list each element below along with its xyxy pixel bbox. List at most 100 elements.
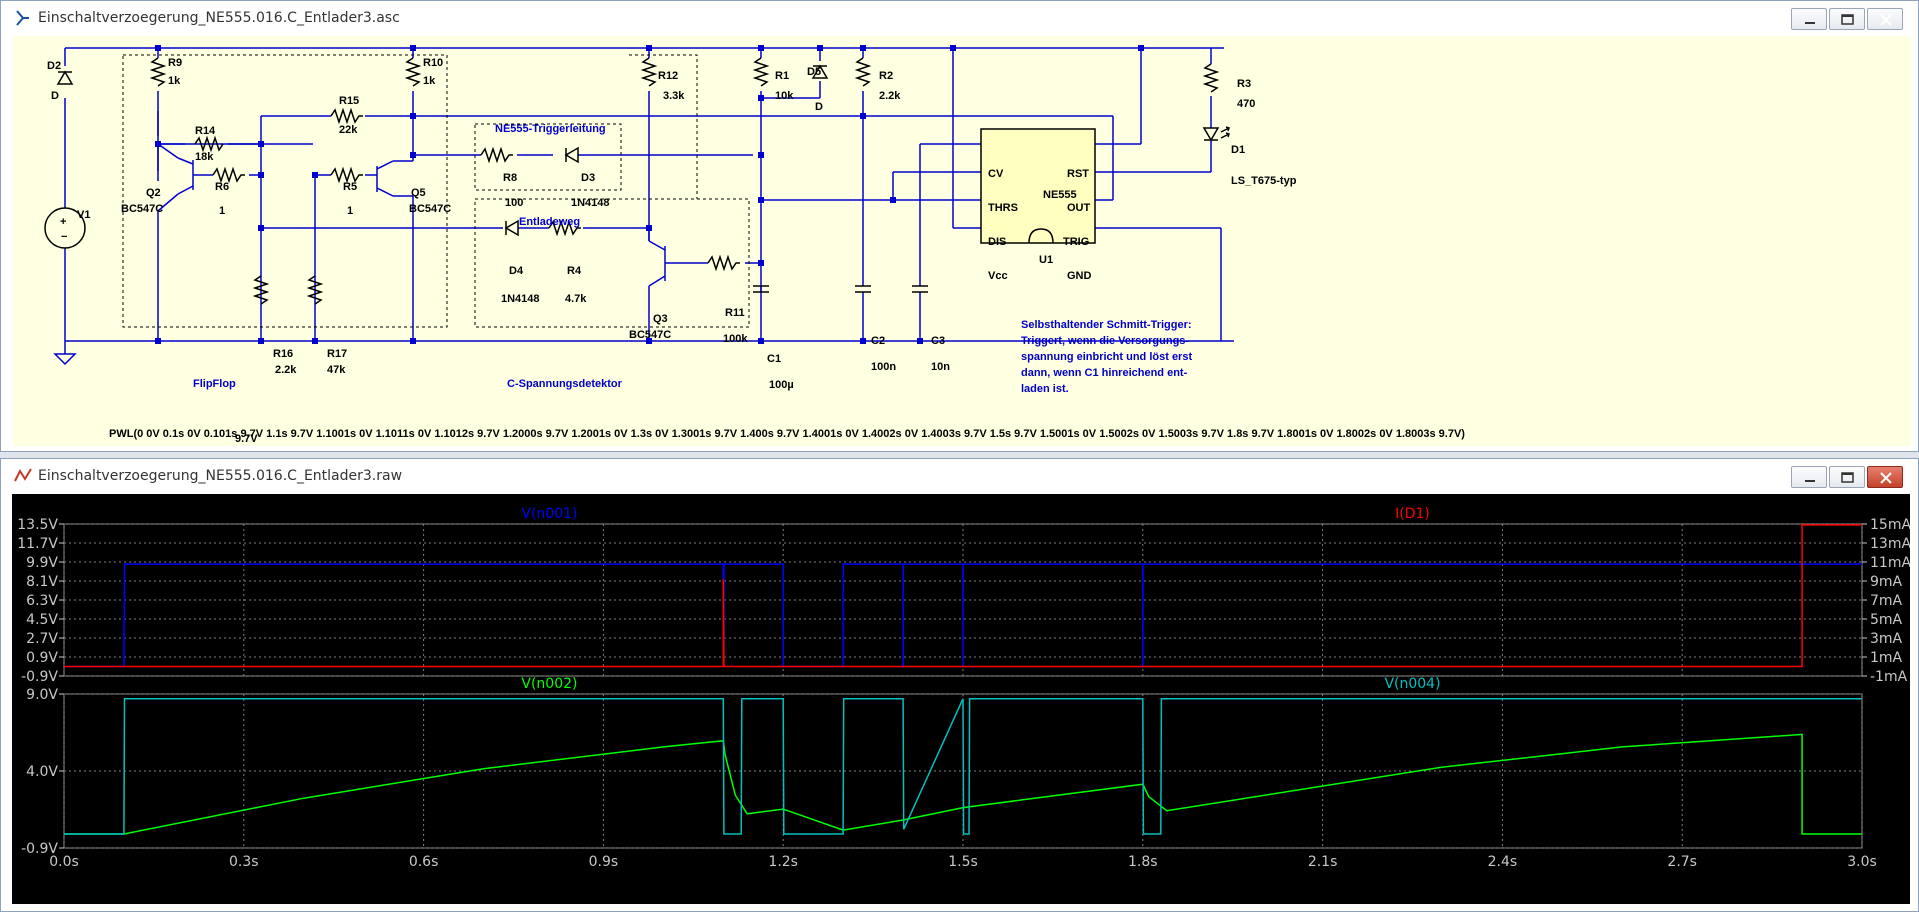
r3-value: 470 xyxy=(1237,98,1255,110)
q5-label: Q5 xyxy=(411,187,426,199)
q5-value: BC547C xyxy=(409,203,451,215)
r11-label: R11 xyxy=(725,307,745,319)
r1-value: 10k xyxy=(775,90,794,102)
c2-label: C2 xyxy=(871,335,885,347)
d2-label: D2 xyxy=(47,60,61,72)
y2-tick-label: 5mA xyxy=(1870,612,1903,628)
svg-text:−: − xyxy=(61,231,67,243)
note-line-1: Selbsthaltender Schmitt-Trigger: xyxy=(1021,319,1192,331)
pin-gnd: GND xyxy=(1067,270,1092,282)
note-line-2: Triggert, wenn die Versorgungs- xyxy=(1021,335,1189,347)
r12-label: R12 xyxy=(658,70,678,82)
flipflop-label: FlipFlop xyxy=(193,378,236,390)
ne555-trigger-label: NE555-Triggerleitung xyxy=(495,123,606,135)
r6-value: 1 xyxy=(219,205,225,217)
d5-value: D xyxy=(815,101,823,113)
wave-restore-button[interactable] xyxy=(1829,466,1865,488)
pin-out: OUT xyxy=(1067,202,1091,214)
r15-value: 22k xyxy=(339,124,358,136)
q2-label: Q2 xyxy=(146,187,161,199)
ne555-chip[interactable] xyxy=(980,128,1096,244)
d2-value: D xyxy=(51,90,59,102)
trace-V(n001) xyxy=(64,563,1862,668)
minimize-button[interactable] xyxy=(1791,8,1827,30)
r10-label: R10 xyxy=(423,57,443,69)
entladeweg-label: Entladeweg xyxy=(519,216,580,228)
r16-value: 2.2k xyxy=(275,364,297,376)
x-tick-label: 1.2s xyxy=(768,854,798,870)
r12-value: 3.3k xyxy=(663,90,685,102)
wave-minimize-button[interactable] xyxy=(1791,466,1827,488)
c3-label: C3 xyxy=(931,335,945,347)
series-label: V(n001) xyxy=(521,506,577,522)
schematic-window: Einschaltverzoegerung_NE555.016.C_Entlad… xyxy=(0,0,1919,452)
waveform-plot-area[interactable]: 13.5V 11.7V 9.9V 8.1V 6.3V 4.5V 2.7V 0.9V -0.9V 1… xyxy=(12,494,1911,904)
r17-label: R17 xyxy=(327,348,347,360)
r1-label: R1 xyxy=(775,70,789,82)
close-button[interactable] xyxy=(1867,8,1903,30)
d1-label: D1 xyxy=(1231,144,1245,156)
restore-button[interactable] xyxy=(1829,8,1865,30)
series-label: I(D1) xyxy=(1395,506,1430,522)
wave-close-button[interactable] xyxy=(1867,466,1903,488)
d1-value: LS_T675-typ xyxy=(1231,175,1297,187)
note-line-4: dann, wenn C1 hinreichend ent- xyxy=(1021,367,1188,379)
x-tick-label: 0.9s xyxy=(589,854,619,870)
q3-label: Q3 xyxy=(653,313,668,325)
r14-label: R14 xyxy=(195,125,216,137)
pwl-directive: PWL(0 0V 0.1s 0V 0.101s 9.7V 1.1s 9.7V 1… xyxy=(109,428,1465,440)
y2-tick-label: 7mA xyxy=(1870,593,1903,609)
c1-label: C1 xyxy=(767,353,781,365)
c3-value: 10n xyxy=(931,361,950,373)
r3-label: R3 xyxy=(1237,78,1251,90)
y-tick-label: 8.1V xyxy=(26,574,58,590)
waveform-svg: 13.5V 11.7V 9.9V 8.1V 6.3V 4.5V 2.7V 0.9V -0.9V 1… xyxy=(17,506,1911,870)
y-tick-label: 0.9V xyxy=(26,650,58,666)
pwl-overlap-label: 9.7V xyxy=(235,433,258,445)
r9-label: R9 xyxy=(168,57,182,69)
r11-value: 100k xyxy=(723,333,748,345)
pin-dis: DIS xyxy=(988,236,1006,248)
c1-value: 100µ xyxy=(769,379,794,391)
pin-cv: CV xyxy=(988,168,1004,180)
r8-value: 100 xyxy=(505,197,523,209)
y2-tick-label: 9mA xyxy=(1870,574,1903,590)
r17-value: 47k xyxy=(327,364,346,376)
trace-V(n004) xyxy=(64,697,1862,835)
y-tick-label: 6.3V xyxy=(26,593,58,609)
x-tick-label: 1.8s xyxy=(1128,854,1158,870)
pin-trig: TRIG xyxy=(1063,236,1089,248)
c2-value: 100n xyxy=(871,361,896,373)
schematic-titlebar[interactable]: Einschaltverzoegerung_NE555.016.C_Entlad… xyxy=(1,1,1918,35)
d5-label: D5 xyxy=(807,66,821,78)
waveform-window-title: Einschaltverzoegerung_NE555.016.C_Entlad… xyxy=(38,468,403,484)
y2-tick-label: 13mA xyxy=(1870,536,1910,552)
x-tick-label: 0.3s xyxy=(229,854,259,870)
y-tick-label: 9.0V xyxy=(26,687,58,703)
capacitor-symbols xyxy=(753,285,928,293)
y-tick-label: -0.9V xyxy=(21,841,58,857)
pin-rst: RST xyxy=(1067,168,1089,180)
y-tick-label: 11.7V xyxy=(17,536,58,552)
waveform-window-icon xyxy=(13,467,33,489)
schematic-canvas[interactable]: + − D2 D V1 R9 1k R10 1k R15 22k R14 18k… xyxy=(13,36,1911,446)
cdet-label: C-Spannungsdetektor xyxy=(507,378,623,390)
d3-value: 1N4148 xyxy=(571,197,610,209)
r2-label: R2 xyxy=(879,70,893,82)
close-icon xyxy=(1880,14,1892,26)
r9-value: 1k xyxy=(168,75,181,87)
series-label: V(n004) xyxy=(1384,676,1440,692)
y2-tick-label: 11mA xyxy=(1870,555,1910,571)
y2-tick-label: -1mA xyxy=(1870,669,1908,685)
pin-thrs: THRS xyxy=(988,202,1018,214)
note-line-3: spannung einbricht und löst erst xyxy=(1021,351,1192,363)
schematic-window-title: Einschaltverzoegerung_NE555.016.C_Entlad… xyxy=(38,10,400,26)
d3-label: D3 xyxy=(581,172,595,184)
d4-label: D4 xyxy=(509,265,524,277)
waveform-titlebar[interactable]: Einschaltverzoegerung_NE555.016.C_Entlad… xyxy=(1,459,1918,493)
close-icon xyxy=(1880,472,1892,484)
r8-label: R8 xyxy=(503,172,517,184)
d4-value: 1N4148 xyxy=(501,293,540,305)
y-tick-label: 13.5V xyxy=(17,517,58,533)
r5-value: 1 xyxy=(347,205,353,217)
